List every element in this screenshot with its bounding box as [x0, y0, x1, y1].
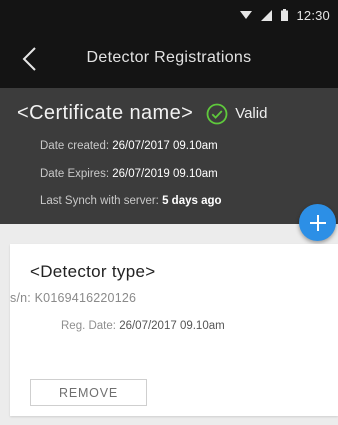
detector-type: <Detector type> [30, 262, 156, 281]
date-created-label: Date created: [40, 140, 110, 152]
last-synch-label: Last Synch with server: [40, 195, 159, 207]
status-bar: 12:30 [0, 0, 338, 30]
plus-icon [309, 214, 326, 231]
date-expires-label: Date Expires: [40, 168, 110, 180]
add-registration-button[interactable] [299, 204, 336, 241]
certificate-header: <Certificate name> Valid [17, 102, 267, 125]
date-created-value: 26/07/2017 09.10am [112, 140, 218, 152]
last-synch-row: Last Synch with server: 5 days ago [40, 195, 222, 207]
remove-button[interactable]: REMOVE [30, 379, 147, 406]
detector-card: <Detector type> s/n: K0169416220126 Reg.… [10, 244, 338, 416]
status-time: 12:30 [296, 7, 330, 23]
registration-date-label: Reg. Date: [61, 320, 116, 332]
signal-icon [261, 9, 273, 21]
date-created-row: Date created: 26/07/2017 09.10am [40, 140, 218, 152]
battery-icon [281, 9, 289, 21]
wifi-icon [240, 10, 253, 20]
date-expires-row: Date Expires: 26/07/2019 09.10am [40, 168, 218, 180]
last-synch-value: 5 days ago [162, 195, 222, 207]
serial-number-row: s/n: K0169416220126 [10, 291, 136, 305]
certificate-status: Valid [235, 105, 268, 122]
app-bar: Detector Registrations [0, 30, 338, 88]
serial-number-value: K0169416220126 [34, 291, 137, 305]
certificate-name: <Certificate name> [17, 102, 194, 124]
screen: 12:30 Detector Registrations <Certificat… [0, 0, 338, 425]
check-circle-icon [206, 103, 228, 125]
date-expires-value: 26/07/2019 09.10am [112, 168, 218, 180]
registration-date-row: Reg. Date: 26/07/2017 09.10am [61, 320, 225, 332]
page-title: Detector Registrations [86, 49, 252, 66]
serial-number-label: s/n: [10, 291, 31, 305]
registration-date-value: 26/07/2017 09.10am [119, 320, 225, 332]
certificate-panel: <Certificate name> Valid Date created: 2… [0, 88, 338, 224]
